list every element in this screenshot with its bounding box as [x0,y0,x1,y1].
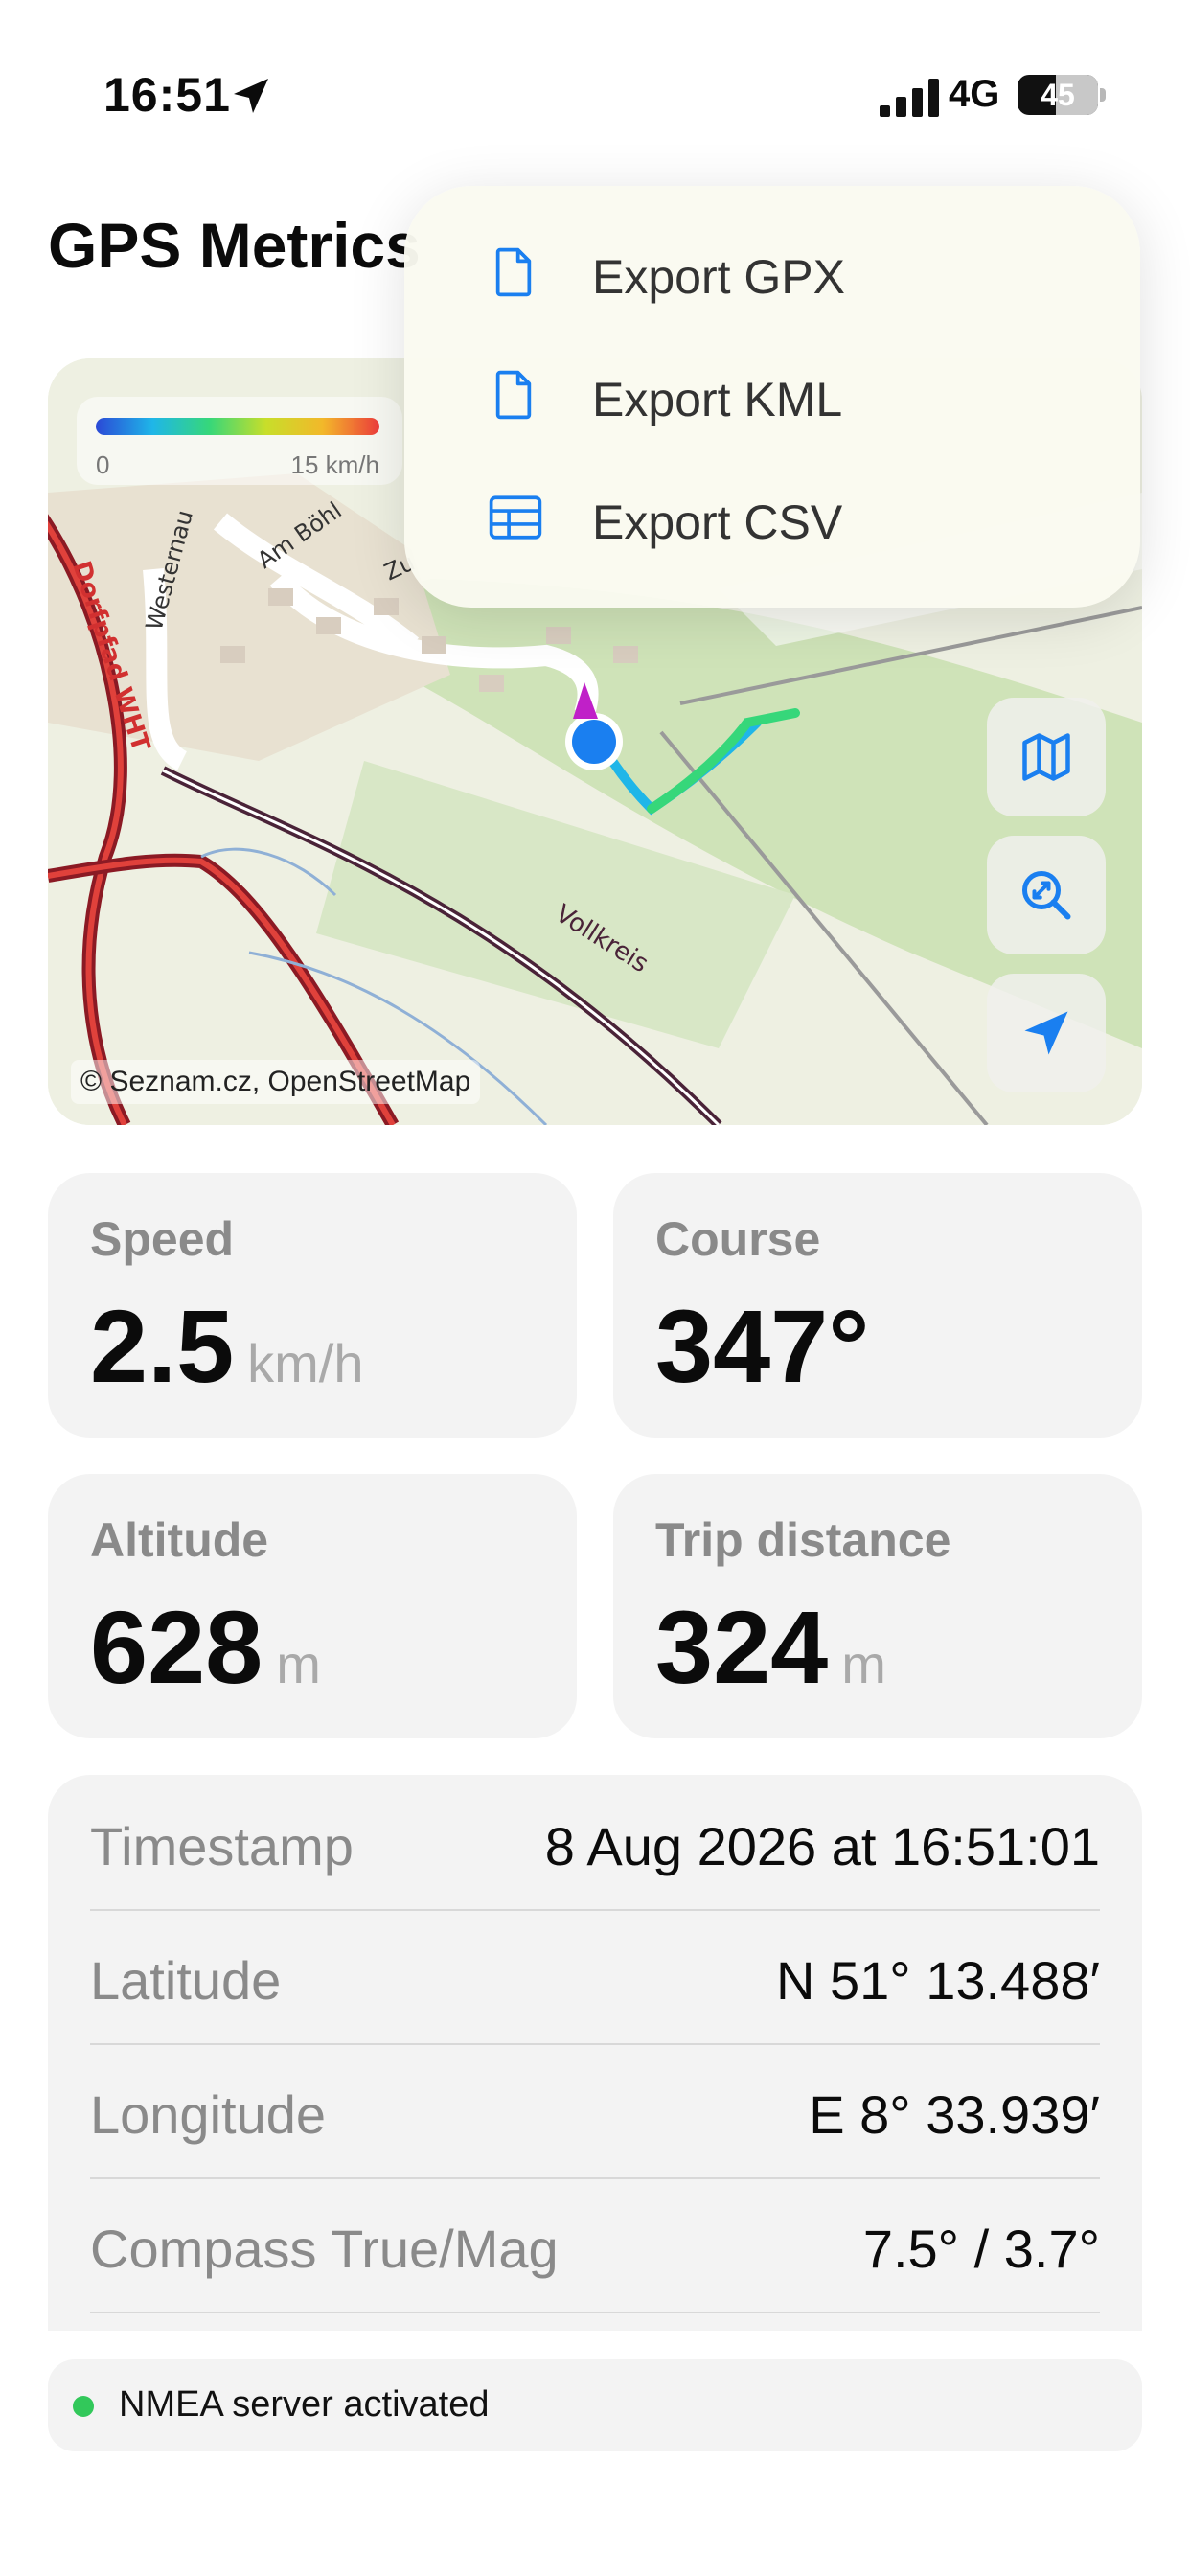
page-title: GPS Metrics [48,210,421,281]
nmea-status-bar[interactable]: NMEA server activated [48,2359,1142,2451]
map-icon [1022,733,1070,781]
divider [90,2312,1100,2313]
altitude-label: Altitude [90,1513,269,1567]
latitude-row: Latitude N 51° 13.488′ [90,1909,1100,2043]
trip-distance-unit: m [841,1634,886,1694]
speed-gradient-bar [96,418,379,435]
trip-distance-card: Trip distance 324 m [613,1474,1142,1738]
status-bar: 16:51 4G 45 [0,0,1190,172]
export-csv-item[interactable]: Export CSV [404,456,1140,579]
map-attribution: © Seznam.cz, OpenStreetMap [71,1060,481,1104]
zoom-to-track-button[interactable] [987,836,1106,954]
latitude-label: Latitude [90,1950,282,2011]
legend-max: 15 km/h [290,450,380,479]
speed-unit: km/h [247,1333,364,1393]
export-menu: Export GPX Export KML Export CSV [404,186,1140,608]
battery-tip [1100,88,1106,102]
signal-icon [880,79,939,117]
course-value: 347° [655,1288,870,1404]
compass-label: Compass True/Mag [90,2219,559,2279]
legend-min: 0 [96,450,110,479]
course-label: Course [655,1212,821,1266]
network-type: 4G [949,73,1000,115]
battery-level: 45 [1041,78,1075,112]
longitude-row: Longitude E 8° 33.939′ [90,2043,1100,2177]
zoom-fit-icon [1022,871,1071,920]
center-location-button[interactable] [987,974,1106,1092]
speed-value: 2.5 [90,1288,235,1404]
battery-icon: 45 [1018,75,1098,115]
status-dot-icon [73,2396,94,2417]
table-icon [489,495,542,540]
status-time: 16:51 [103,68,231,122]
trip-distance-label: Trip distance [655,1513,951,1567]
speed-card: Speed 2.5 km/h [48,1173,577,1438]
compass-value: 7.5° / 3.7° [862,2219,1100,2279]
export-kml-label: Export KML [592,373,843,426]
details-list: Timestamp 8 Aug 2026 at 16:51:01 Latitud… [48,1775,1142,2331]
speed-label: Speed [90,1212,235,1266]
nmea-status-text: NMEA server activated [119,2384,490,2425]
timestamp-row: Timestamp 8 Aug 2026 at 16:51:01 [90,1775,1100,1909]
altitude-unit: m [276,1634,321,1694]
compass-row: Compass True/Mag 7.5° / 3.7° [90,2177,1100,2312]
altitude-card: Altitude 628 m [48,1474,577,1738]
speed-legend: 0 15 km/h [77,397,402,485]
export-gpx-label: Export GPX [592,250,845,304]
timestamp-label: Timestamp [90,1816,354,1876]
latitude-value: N 51° 13.488′ [775,1950,1100,2011]
document-icon [495,247,532,297]
export-gpx-item[interactable]: Export GPX [404,211,1140,334]
longitude-value: E 8° 33.939′ [809,2084,1100,2145]
course-card: Course 347° [613,1173,1142,1438]
timestamp-value: 8 Aug 2026 at 16:51:01 [544,1816,1100,1876]
location-arrow-icon [234,79,268,113]
navigate-icon [1024,1011,1068,1055]
export-kml-item[interactable]: Export KML [404,334,1140,456]
document-icon [495,370,532,420]
longitude-label: Longitude [90,2084,327,2145]
trip-distance-value: 324 [655,1589,829,1705]
map-style-button[interactable] [987,698,1106,816]
altitude-value: 628 [90,1589,263,1705]
export-csv-label: Export CSV [592,495,843,549]
